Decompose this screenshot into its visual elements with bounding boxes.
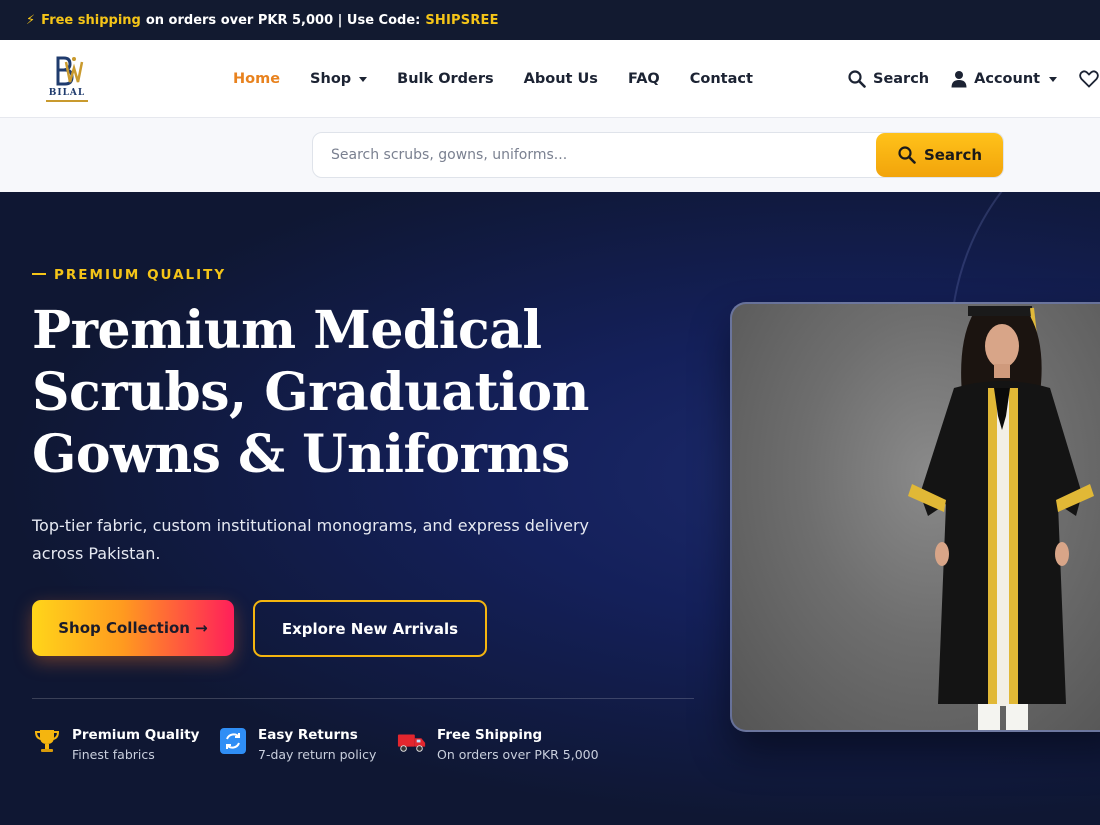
announcement-text: on orders over PKR 5,000 | Use Code: [145, 12, 421, 28]
nav-item-faq[interactable]: FAQ [628, 71, 660, 87]
nav-label: Contact [689, 71, 753, 87]
feature-desc: 7-day return policy [258, 747, 377, 762]
account-label: Account [974, 71, 1041, 87]
graduation-gown-model-illustration [908, 306, 1094, 730]
nav-label: Home [233, 71, 281, 87]
feature-desc: Finest fabrics [72, 747, 155, 762]
feature-title: Free Shipping [437, 727, 543, 743]
nav-item-contact[interactable]: Contact [690, 71, 753, 87]
search-submit-button[interactable]: Search [876, 133, 1003, 177]
logo-underline [46, 100, 88, 102]
brand-logo[interactable]: BILAL [40, 54, 94, 104]
search-input[interactable] [313, 133, 873, 177]
nav-label: FAQ [627, 71, 660, 87]
feature-title: Easy Returns [258, 727, 358, 743]
hero-section: PREMIUM QUALITY Premium Medical Scrubs, … [0, 192, 1100, 825]
user-icon [951, 71, 967, 88]
feature-title: Premium Quality [72, 727, 200, 743]
shop-collection-button[interactable]: Shop Collection → [32, 600, 234, 656]
eyebrow-text: PREMIUM QUALITY [54, 267, 227, 283]
nav-item-shop[interactable]: Shop [310, 71, 368, 87]
announcement-bar: ⚡ Free shipping on orders over PKR 5,000… [0, 0, 1100, 40]
headline-line: Gowns & Uniforms [32, 424, 570, 485]
header-actions: Search Account W [848, 40, 1100, 118]
headline-line: Scrubs, Graduation [32, 362, 589, 423]
feature-premium-quality: Premium Quality Finest fabrics [32, 726, 200, 766]
search-strip: Search [0, 118, 1100, 192]
explore-new-arrivals-button[interactable]: Explore New Arrivals [253, 600, 487, 657]
nav-item-bulk-orders[interactable]: Bulk Orders [397, 71, 494, 87]
hero-product-image [730, 302, 1100, 732]
eyebrow-dash [32, 272, 46, 275]
refresh-icon [218, 726, 248, 756]
site-header: BILAL Home Shop Bulk Orders About Us FAQ… [0, 40, 1100, 118]
headline-line: Premium Medical [32, 300, 542, 361]
logo-brand-text: BILAL [48, 88, 86, 98]
hero-headline: Premium Medical Scrubs, Graduation Gowns… [32, 300, 652, 486]
nav-item-home[interactable]: Home [233, 71, 280, 87]
feature-free-shipping: Free Shipping On orders over PKR 5,000 [397, 726, 599, 766]
nav-label: Shop [310, 71, 352, 87]
chevron-down-icon [1049, 76, 1058, 82]
header-search-label: Search [873, 71, 930, 87]
promo-code: SHIPSREE [425, 12, 499, 28]
nav-label: About Us [523, 71, 598, 87]
chevron-down-icon [359, 76, 368, 82]
logo-monogram-icon [56, 56, 84, 86]
header-search-button[interactable]: Search [848, 70, 929, 88]
nav-item-about-us[interactable]: About Us [524, 71, 598, 87]
trophy-icon [32, 726, 62, 756]
hero-divider [32, 698, 694, 699]
search-button-label: Search [923, 146, 983, 164]
feature-desc: On orders over PKR 5,000 [437, 747, 599, 762]
search-icon [898, 146, 916, 164]
announcement-highlight: Free shipping [41, 12, 141, 28]
wishlist-button[interactable]: W [1079, 70, 1100, 88]
search-icon [848, 70, 866, 88]
feature-easy-returns: Easy Returns 7-day return policy [218, 726, 376, 766]
search-bar: Search [312, 132, 1004, 178]
heart-icon [1079, 70, 1099, 88]
main-nav: Home Shop Bulk Orders About Us FAQ Conta… [233, 40, 753, 118]
nav-label: Bulk Orders [397, 71, 494, 87]
account-menu-button[interactable]: Account [951, 70, 1058, 88]
hero-subtext: Top-tier fabric, custom institutional mo… [32, 516, 590, 563]
truck-icon [397, 726, 427, 756]
hero-eyebrow: PREMIUM QUALITY [32, 267, 226, 283]
lightning-icon: ⚡ [26, 12, 36, 28]
